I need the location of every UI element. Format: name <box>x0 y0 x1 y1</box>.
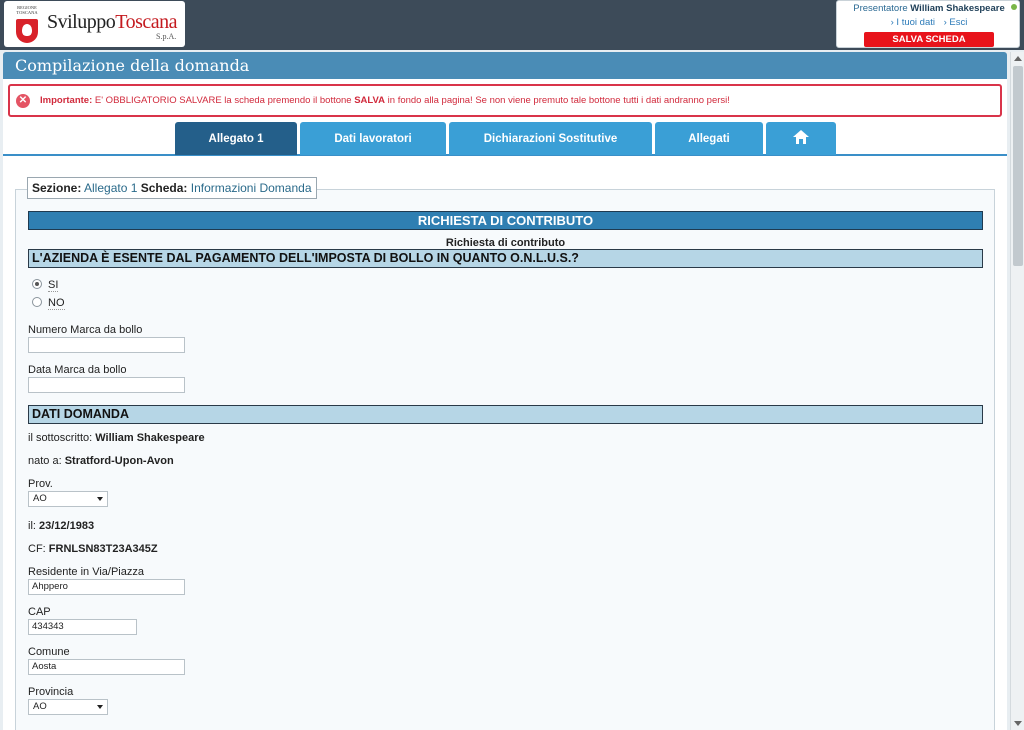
alert-text-3: SALVA <box>354 95 386 106</box>
alert-text-4: in fondo alla pagina! Se non viene premu… <box>387 95 730 106</box>
page-title-bar: Compilazione della domanda <box>3 52 1007 79</box>
scroll-up-icon[interactable] <box>1014 56 1022 61</box>
vertical-scrollbar[interactable] <box>1010 52 1024 730</box>
tab-allegati[interactable]: Allegati <box>655 122 763 155</box>
main-content: ✕ Importante: E' OBBLIGATORIO SALVARE la… <box>3 79 1007 730</box>
radio-si-label: SI <box>48 279 59 292</box>
data-marca-input[interactable] <box>28 377 185 393</box>
scheda-value: Informazioni Domanda <box>190 181 312 195</box>
data-marca-label: Data Marca da bollo <box>28 364 127 376</box>
nato-value: Stratford-Upon-Avon <box>64 455 174 467</box>
prov-label: Prov. <box>28 478 53 490</box>
radio-no-circle[interactable] <box>32 297 42 307</box>
logo-name-main: Sviluppo <box>47 11 116 33</box>
my-data-link[interactable]: › I tuoi dati <box>891 17 935 28</box>
comune-label: Comune <box>28 646 70 658</box>
presenter-info: Presentatore William Shakespeare <box>837 3 1021 14</box>
prov-select-value: AO <box>33 493 47 504</box>
presenter-label: Presentatore <box>853 3 908 14</box>
birth-date-info: il: 23/12/1983 <box>28 520 94 532</box>
exit-link[interactable]: › Esci <box>944 17 968 28</box>
alert-banner: ✕ Importante: E' OBBLIGATORIO SALVARE la… <box>8 84 1002 117</box>
status-dot-icon <box>1011 4 1017 10</box>
radio-no[interactable]: NO <box>32 297 65 310</box>
sottoscritto-label: il sottoscritto: <box>28 432 93 444</box>
cap-label: CAP <box>28 606 51 618</box>
tab-allegato-1[interactable]: Allegato 1 <box>175 122 297 155</box>
tab-bar: Allegato 1 Dati lavoratori Dichiarazioni… <box>3 122 1007 156</box>
alert-label: Importante: <box>40 95 93 106</box>
cf-info: CF: FRNLSN83T23A345Z <box>28 543 158 555</box>
radio-si-circle[interactable] <box>32 279 42 289</box>
sottoscritto-value: William Shakespeare <box>95 432 205 444</box>
cf-label: CF: <box>28 543 46 555</box>
comune-input[interactable]: Aosta <box>28 659 185 675</box>
sezione-label: Sezione: <box>32 181 82 195</box>
tab-dichiarazioni-sostitutive[interactable]: Dichiarazioni Sostitutive <box>449 122 652 155</box>
sezione-value: Allegato 1 <box>84 181 138 195</box>
scheda-label: Scheda: <box>140 181 188 195</box>
chevron-down-icon <box>97 497 103 501</box>
residente-label: Residente in Via/Piazza <box>28 566 144 578</box>
save-scheda-button[interactable]: SALVA SCHEDA <box>864 32 994 47</box>
cap-input[interactable]: 434343 <box>28 619 137 635</box>
chevron-down-icon <box>97 705 103 709</box>
logo-name: SviluppoToscana <box>47 11 177 34</box>
logo-name-accent: Toscana <box>115 11 177 33</box>
nato-label: nato a: <box>28 455 62 467</box>
banner-richiesta-contributo: RICHIESTA DI CONTRIBUTO <box>28 211 983 230</box>
presenter-name: William Shakespeare <box>910 3 1005 14</box>
nato-info: nato a: Stratford-Upon-Avon <box>28 455 174 467</box>
regione-toscana-crest-icon: REGIONE TOSCANA <box>12 5 42 43</box>
tab-dati-lavoratori[interactable]: Dati lavoratori <box>300 122 446 155</box>
question-onlus: L'AZIENDA È ESENTE DAL PAGAMENTO DELL'IM… <box>28 249 983 268</box>
top-header: REGIONE TOSCANA SviluppoToscana S.p.A. P… <box>0 0 1024 50</box>
tab-home[interactable] <box>766 122 836 155</box>
residente-input[interactable]: Ahppero <box>28 579 185 595</box>
section-legend: Sezione: Allegato 1 Scheda: Informazioni… <box>27 177 317 199</box>
home-icon <box>793 130 809 145</box>
subcaption-richiesta: Richiesta di contributo <box>445 237 566 249</box>
user-links: › I tuoi dati › Esci <box>837 17 1021 28</box>
scrollbar-thumb[interactable] <box>1013 66 1023 266</box>
user-panel: Presentatore William Shakespeare › I tuo… <box>836 0 1020 48</box>
alert-message: Importante: E' OBBLIGATORIO SALVARE la s… <box>40 95 730 106</box>
sviluppo-toscana-logo[interactable]: REGIONE TOSCANA SviluppoToscana S.p.A. <box>4 1 185 47</box>
page-title: Compilazione della domanda <box>15 56 250 75</box>
marca-bollo-label: Numero Marca da bollo <box>28 324 143 336</box>
error-icon: ✕ <box>16 94 30 108</box>
cf-value: FRNLSN83T23A345Z <box>48 543 158 555</box>
il-value: 23/12/1983 <box>39 520 95 532</box>
radio-si[interactable]: SI <box>32 279 59 292</box>
alert-text-1: E' OBBLIGATORIO SALVARE <box>94 95 222 106</box>
radio-no-label: NO <box>48 297 65 310</box>
logo-region-text: REGIONE TOSCANA <box>16 5 38 15</box>
sottoscritto-info: il sottoscritto: William Shakespeare <box>28 432 205 444</box>
il-label: il: <box>28 520 36 532</box>
alert-text-2: la scheda premendo il bottone <box>224 95 352 106</box>
marca-bollo-input[interactable] <box>28 337 185 353</box>
provincia-label: Provincia <box>28 686 74 698</box>
provincia-select[interactable]: AO <box>28 699 108 715</box>
scroll-down-icon[interactable] <box>1014 721 1022 726</box>
banner-dati-domanda: DATI DOMANDA <box>28 405 983 424</box>
prov-select[interactable]: AO <box>28 491 108 507</box>
logo-spa: S.p.A. <box>156 32 177 41</box>
provincia-select-value: AO <box>33 701 47 712</box>
